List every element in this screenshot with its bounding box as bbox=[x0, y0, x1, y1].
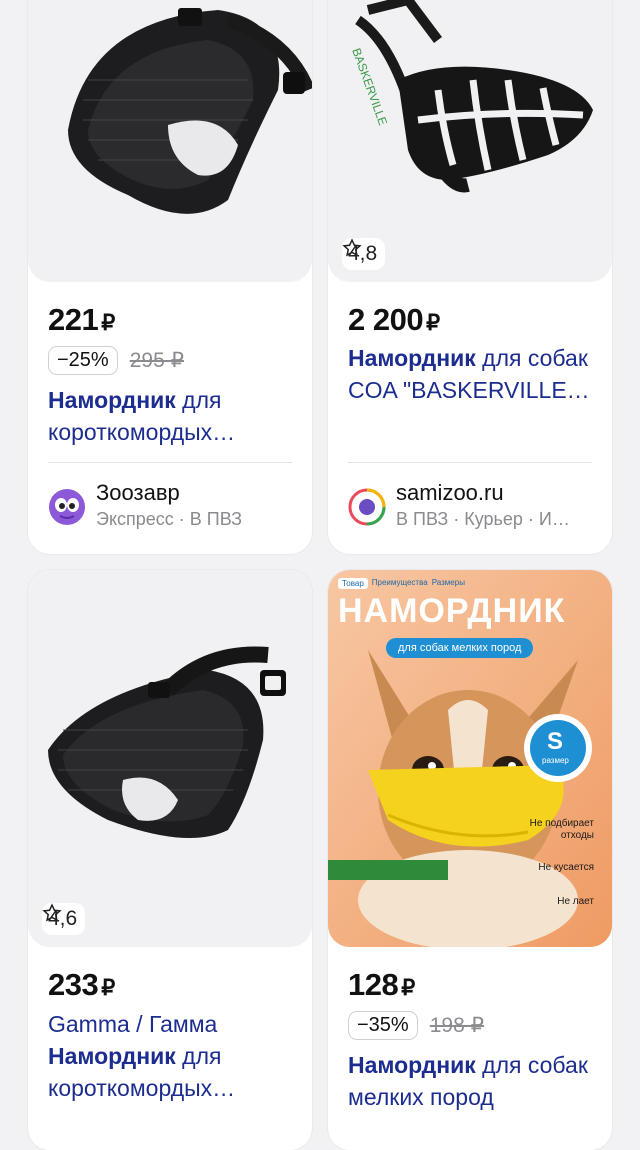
image-tags: Товар Преимущества Размеры bbox=[338, 578, 465, 589]
product-card[interactable]: 4,6 233 ₽ Gamma / Гамма Намордник для кор… bbox=[28, 570, 312, 1150]
discount-badge: −35% bbox=[348, 1011, 418, 1040]
price: 233 ₽ bbox=[48, 967, 115, 1002]
product-brand[interactable]: Gamma / Гамма bbox=[48, 1008, 298, 1040]
feature-1: Не подбирает отходы bbox=[529, 818, 594, 841]
feature-2: Не кусается bbox=[538, 862, 594, 873]
seller-logo-icon bbox=[49, 489, 85, 525]
price: 221 ₽ bbox=[48, 302, 115, 337]
product-card[interactable]: BASKERVILLE 4,8 2 200 ₽ Намордник для соб… bbox=[328, 0, 612, 554]
discount-row: −25% 295 ₽ bbox=[48, 346, 184, 375]
feature-3: Не лает bbox=[557, 896, 594, 907]
rating-badge: 4,6 bbox=[42, 903, 86, 935]
old-price: 198 ₽ bbox=[429, 1014, 484, 1037]
image-headline: НАМОРДНИК bbox=[338, 592, 566, 630]
size-letter: S bbox=[547, 728, 564, 755]
star-icon bbox=[342, 238, 362, 257]
image-subline: для собак мелких пород bbox=[386, 638, 534, 658]
product-card[interactable]: 221 ₽ −25% 295 ₽ Намордник для короткомор… bbox=[28, 0, 312, 554]
svg-text:BASKERVILLE: BASKERVILLE bbox=[349, 46, 390, 127]
discount-badge: −25% bbox=[48, 346, 118, 375]
price: 2 200 ₽ bbox=[348, 302, 440, 337]
seller-name[interactable]: Зоозавр bbox=[96, 480, 242, 506]
seller-info[interactable]: Зоозавр Экспресс · В ПВЗ bbox=[48, 480, 302, 532]
discount-row: −35% 198 ₽ bbox=[348, 1011, 484, 1040]
product-image[interactable]: 4,6 bbox=[28, 570, 312, 947]
divider bbox=[348, 462, 592, 463]
rating-badge: 4,8 bbox=[342, 238, 386, 270]
old-price: 295 ₽ bbox=[129, 349, 184, 372]
size-label: размер bbox=[542, 756, 569, 765]
product-title[interactable]: Намордник для короткомордых… bbox=[48, 384, 298, 448]
product-title[interactable]: Намордник для собак мелких пород bbox=[348, 1049, 598, 1113]
seller-logo-icon bbox=[348, 488, 386, 526]
seller-name[interactable]: samizoo.ru bbox=[396, 480, 570, 506]
divider bbox=[48, 462, 292, 463]
product-card[interactable]: Товар Преимущества Размеры НАМОРДНИК для… bbox=[328, 570, 612, 1150]
delivery-options: В ПВЗ · Курьер · И… bbox=[396, 509, 570, 529]
star-icon bbox=[42, 903, 62, 922]
product-title[interactable]: Намордник для короткомордых… bbox=[48, 1040, 298, 1104]
product-image[interactable]: Товар Преимущества Размеры НАМОРДНИК для… bbox=[328, 570, 612, 947]
product-image[interactable] bbox=[28, 0, 312, 282]
delivery-options: Экспресс · В ПВЗ bbox=[96, 509, 243, 529]
product-title[interactable]: Намордник для собак COA "BASKERVILLE… bbox=[348, 342, 598, 406]
seller-info[interactable]: samizoo.ru В ПВЗ · Курьер · И… bbox=[348, 480, 602, 532]
product-image[interactable]: BASKERVILLE 4,8 bbox=[328, 0, 612, 282]
price: 128 ₽ bbox=[348, 967, 415, 1002]
